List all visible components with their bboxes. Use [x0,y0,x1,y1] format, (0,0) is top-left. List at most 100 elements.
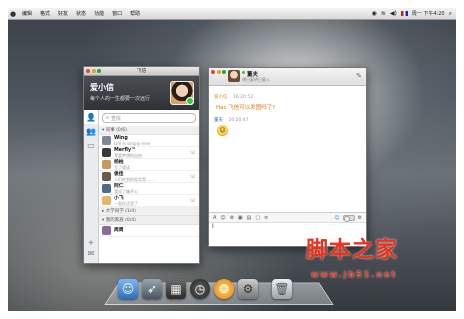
menubar-clock[interactable]: 周一 下午4:20 [412,10,445,17]
screenshot-icon[interactable]: ▤ [247,215,252,221]
group-header[interactable]: ▾ 同事 (0/6) [99,126,199,135]
contact-status: 写了就读 [114,164,130,170]
contact-avatar [102,196,111,205]
add-contact-icon[interactable]: + [84,237,98,248]
message-meta: 爱小信 16:20:52 [209,94,366,100]
chat-contact-avatar[interactable] [228,70,240,82]
groups-tab-icon[interactable]: 👥 [84,124,98,138]
group-header[interactable]: ▸ 大学同学 (1/4) [99,207,199,216]
chats-tab-icon[interactable]: ▭ [84,138,98,152]
close-icon[interactable] [86,69,90,73]
profile-name[interactable]: 爱小信 [90,82,114,93]
photo-icon[interactable]: ▦ [166,279,186,299]
file-icon[interactable]: ▢ [255,215,260,221]
contact-item[interactable]: 俊佳 人们吃到的现实是…… ☏ [99,171,199,183]
sidebar-bottom-tools: + ✉ [84,237,98,259]
send-mode-toggle[interactable] [342,214,355,222]
fetion-icon[interactable]: ❂ [214,279,234,299]
group-label: 我的家族 (0/4) [105,218,136,223]
menu-bar: ● 编辑 格式 好友 状态 功能 窗口 帮助 ◉ ≋ ◀) 周一 下午4:20 … [8,8,456,20]
message-sender: 爱小信 [214,95,228,100]
input-cursor: I [212,223,214,230]
volume-icon[interactable]: ◀) [390,10,397,17]
menu-friends[interactable]: 好友 [54,10,72,17]
contacts-sidebar: 👤 👥 ▭ + ✉ [84,110,99,263]
smiley-icon[interactable]: ☺ [334,215,339,221]
contact-avatar [102,136,111,145]
contact-name: 周周 [114,228,124,233]
zoom-icon[interactable] [222,70,226,74]
wifi-icon[interactable]: ≋ [381,10,386,17]
menu-status[interactable]: 状态 [72,10,90,17]
message-meta: 董夫 16:20:47 [209,117,366,123]
message-history: 爱小信 16:20:52 Hac 飞信可以发图吗了? 董夫 16:20:47 ☺ [209,94,366,212]
compose-icon[interactable]: ✎ [356,72,362,80]
input-flag-icon[interactable] [400,11,408,16]
mail-icon[interactable]: ✉ [84,248,98,259]
profile-signature[interactable]: 每个人的一生都要一次远行 [90,95,150,102]
settings-icon[interactable]: ⚙ [358,215,362,221]
dock: ☺ ➶ ▦ ◷ ❂ ⚙ 🗑 [118,279,292,299]
message-text: Hac 飞信可以发图吗了? [216,105,276,111]
message-time: 16:20:52 [232,95,254,100]
chat-header[interactable]: 董夫 明日复明日复入 ✎ [209,68,366,86]
contact-avatar [102,172,111,181]
online-status-icon [242,71,245,74]
trash-icon[interactable]: 🗑 [272,279,292,299]
contact-item[interactable]: 周周 [99,225,199,237]
system-icon[interactable]: ⚙ [238,279,258,299]
zoom-icon[interactable] [97,69,101,73]
finder-icon[interactable]: ☺ [118,279,138,299]
menu-edit[interactable]: 编辑 [18,10,36,17]
desktop: ● 编辑 格式 好友 状态 功能 窗口 帮助 ◉ ≋ ◀) 周一 下午4:20 … [8,8,456,311]
menu-functions[interactable]: 功能 [90,10,108,17]
search-input[interactable]: ⌕ 查找 [102,113,196,123]
contact-item[interactable]: Merfly™ 我要梦想的自由 ☏ [99,147,199,159]
chat-contact-signature: 明日复明日复入 [242,77,270,82]
contact-item[interactable]: Wing Life is simply mee [99,135,199,147]
contact-avatar [102,184,111,193]
contacts-tab-icon[interactable]: 👤 [84,110,98,124]
contacts-list-area: ⌕ 查找 ▾ 同事 (0/6) Wing Life is simply mee M… [99,110,199,263]
message-sender: 董夫 [214,118,223,123]
contact-item[interactable]: 阿仁 我说了嘛开心 [99,183,199,195]
minimize-icon[interactable] [91,69,96,73]
contact-item[interactable]: 小飞 一直在这里了 ☏ [99,195,199,207]
group-header[interactable]: ▾ 我的家族 (0/4) [99,216,199,225]
emoji-sticker-icon: ☺ [217,125,228,136]
rocket-icon[interactable]: ➶ [142,279,162,299]
menu-window[interactable]: 窗口 [108,10,126,17]
apple-icon[interactable]: ● [8,10,18,18]
contact-status: 我要梦想的自由 [114,152,142,158]
font-icon[interactable]: A [213,215,216,221]
phone-icon[interactable]: ☏ [190,150,196,156]
minimize-icon[interactable] [216,70,221,74]
nudge-icon[interactable]: ⊗ [230,215,234,221]
phone-icon[interactable]: ☏ [190,174,196,180]
contact-avatar [102,148,111,157]
emoticon-icon[interactable]: ☺ [220,215,225,221]
online-status-icon [186,97,194,105]
spotlight-icon[interactable]: ⌕ [449,10,452,18]
window-controls [211,70,226,74]
contact-item[interactable]: 杨柏 写了就读 [99,159,199,171]
message-time: 16:20:47 [228,118,249,123]
menu-format[interactable]: 格式 [36,10,54,17]
close-icon[interactable] [211,70,215,74]
profile-avatar[interactable] [170,81,194,105]
window-controls [86,69,101,73]
image-icon[interactable]: ▣ [238,215,243,221]
watermark-url: www.jb51.net [311,270,398,279]
toolbar-right: ☺ ⚙ [334,214,366,222]
history-icon[interactable]: ≡ [264,215,268,221]
user-status-icon[interactable]: ◉ [372,10,377,17]
watermark-title: 脚本之家 [306,237,399,263]
contacts-window-title: 飞信 [136,68,147,74]
menu-help[interactable]: 帮助 [126,10,144,17]
contact-status: 一直在这里了 [114,200,138,206]
contacts-titlebar[interactable]: 飞信 [84,67,199,76]
phone-icon[interactable]: ☏ [190,198,196,204]
clock-icon[interactable]: ◷ [190,279,210,299]
contact-avatar [102,226,111,235]
chat-toolbar: A ☺ ⊗ ▣ ▤ ▢ ≡ ☺ ⚙ [209,212,366,223]
